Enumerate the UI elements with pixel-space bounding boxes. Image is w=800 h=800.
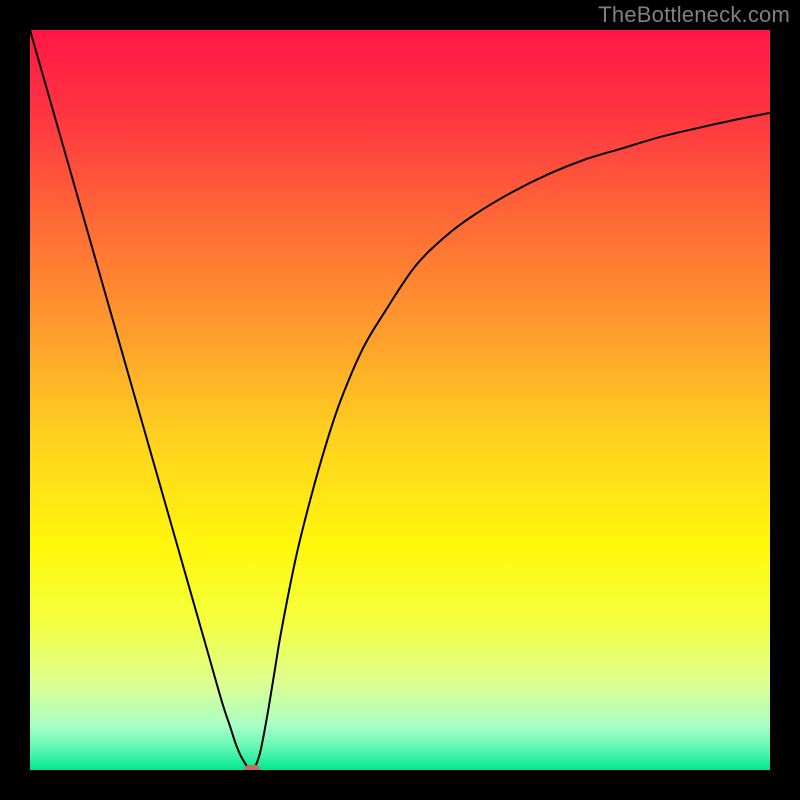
chart-border-bottom [0, 770, 800, 800]
watermark-label: TheBottleneck.com [598, 2, 790, 28]
chart-background-gradient [30, 30, 770, 770]
chart-border-right [770, 0, 800, 800]
chart-svg [30, 30, 770, 770]
chart-plot-area [30, 30, 770, 770]
optimal-marker [245, 765, 260, 770]
chart-border-left [0, 0, 30, 800]
